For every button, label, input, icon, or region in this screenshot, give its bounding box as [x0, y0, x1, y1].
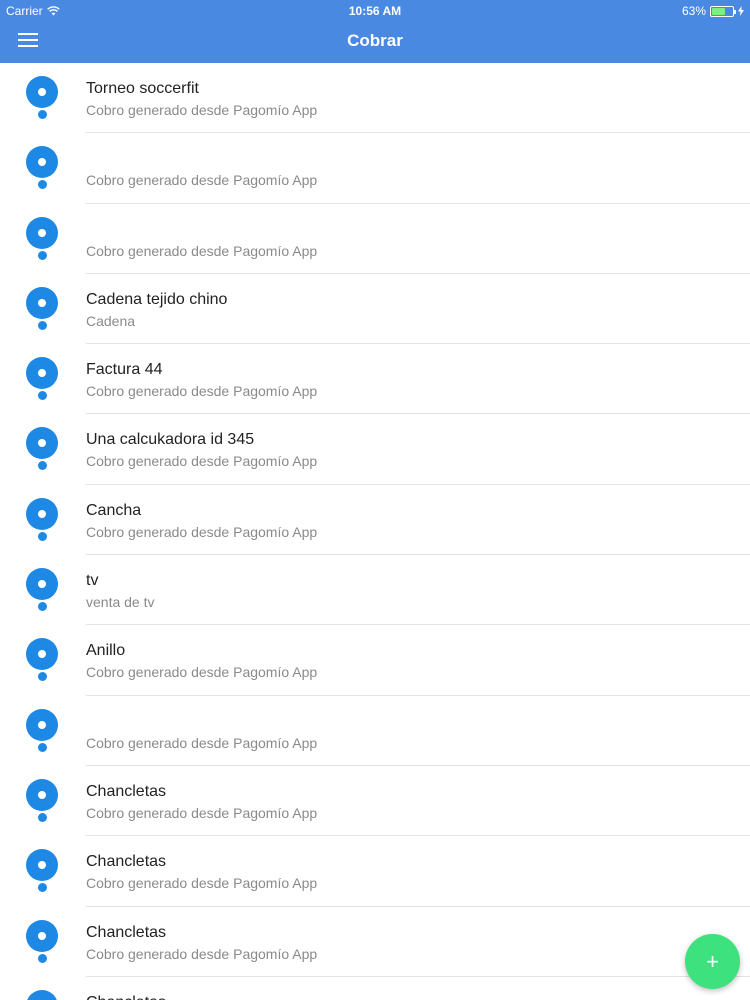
charge-subtitle: Cobro generado desde Pagomío App [86, 523, 318, 540]
location-pin-icon [26, 427, 58, 471]
charge-title: Torneo soccerfit [86, 80, 199, 97]
location-pin-icon [26, 849, 58, 893]
charge-title: Cadena tejido chino [86, 290, 228, 308]
charging-bolt-icon [738, 6, 744, 16]
status-right: 63% [682, 4, 744, 18]
location-pin-icon [26, 146, 58, 190]
charge-title: Chancletas [86, 853, 167, 871]
location-pin-icon [26, 778, 58, 823]
location-pin-icon [26, 568, 58, 612]
page-title: Cobrar [347, 31, 403, 50]
list-item[interactable]: Torneo soccerfit Cobro generado desde Pag… [0, 63, 750, 134]
charge-subtitle: venta de tv [86, 594, 155, 611]
status-time: 10:56 AM [348, 4, 402, 18]
charge-title: Una calcukadora id 345 [86, 431, 255, 449]
location-pin-icon [26, 76, 58, 120]
list-item[interactable]: Cobro generado desde Pagomío App [0, 204, 750, 274]
charge-title: Chancletas [86, 782, 167, 800]
charge-subtitle: Cobro generado desde Pagomío App [86, 804, 318, 821]
location-pin-icon [26, 638, 58, 682]
app-header: Carrier 10:56 AM 63% Cobrar [0, 0, 750, 63]
list-item[interactable]: Chancletas Cobro generado desde Pagomío A… [0, 907, 750, 977]
location-pin-icon [26, 919, 58, 964]
charge-title: Chancletas [86, 923, 167, 941]
charge-subtitle: Cobro generado desde Pagomío App [86, 734, 318, 751]
battery-fill [712, 7, 725, 15]
list-item[interactable]: Chancletas [0, 977, 750, 1000]
battery-percent: 63% [681, 4, 706, 18]
location-pin-icon [26, 989, 58, 1000]
list-item[interactable]: Chancletas Cobro generado desde Pagomío A… [0, 766, 750, 837]
charge-subtitle: Cadena [86, 312, 136, 329]
charge-title: tv [86, 572, 99, 590]
list-item[interactable]: Chancletas Cobro generado desde Pagomío A… [0, 836, 750, 907]
charge-subtitle: Cobro generado desde Pagomío App [86, 102, 318, 118]
charge-subtitle: Cobro generado desde Pagomío App [86, 383, 318, 400]
list-item[interactable]: Factura 44 Cobro generado desde Pagomío A… [0, 344, 750, 415]
list-item[interactable]: Cancha Cobro generado desde Pagomío App [0, 485, 750, 556]
location-pin-icon [26, 286, 58, 331]
location-pin-icon [26, 216, 58, 261]
add-charge-button[interactable]: + [685, 934, 740, 989]
navigation-bar: Cobrar [0, 20, 750, 63]
charge-subtitle: Cobro generado desde Pagomío App [86, 945, 318, 962]
charge-title: Factura 44 [86, 361, 163, 379]
location-pin-icon [26, 497, 58, 542]
status-bar: Carrier 10:56 AM 63% [0, 0, 750, 20]
battery-icon [710, 5, 736, 17]
list-item[interactable]: Cadena tejido chino Cadena [0, 274, 750, 345]
charge-list: Torneo soccerfit Cobro generado desde Pag… [0, 63, 750, 1000]
location-pin-icon [26, 357, 58, 401]
charge-title: Cancha [86, 501, 142, 519]
charge-subtitle: Cobro generado desde Pagomío App [86, 664, 318, 681]
charge-subtitle: Cobro generado desde Pagomío App [86, 453, 318, 470]
list-item[interactable]: Cobro generado desde Pagomío App [0, 696, 750, 766]
list-item[interactable]: Anillo Cobro generado desde Pagomío App [0, 625, 750, 696]
charge-subtitle: Cobro generado desde Pagomío App [86, 172, 318, 189]
plus-icon: + [706, 949, 719, 974]
charge-subtitle: Cobro generado desde Pagomío App [86, 875, 318, 892]
list-item[interactable]: Una calcukadora id 345 Cobro generado des… [0, 414, 750, 485]
charge-subtitle: Cobro generado desde Pagomío App [86, 242, 318, 259]
charge-title: Anillo [86, 642, 126, 660]
charge-title: Chancletas [86, 994, 166, 1000]
list-item[interactable]: tv venta de tv [0, 555, 750, 626]
location-pin-icon [26, 708, 58, 753]
list-item[interactable]: Cobro generado desde Pagomío App [0, 133, 750, 204]
